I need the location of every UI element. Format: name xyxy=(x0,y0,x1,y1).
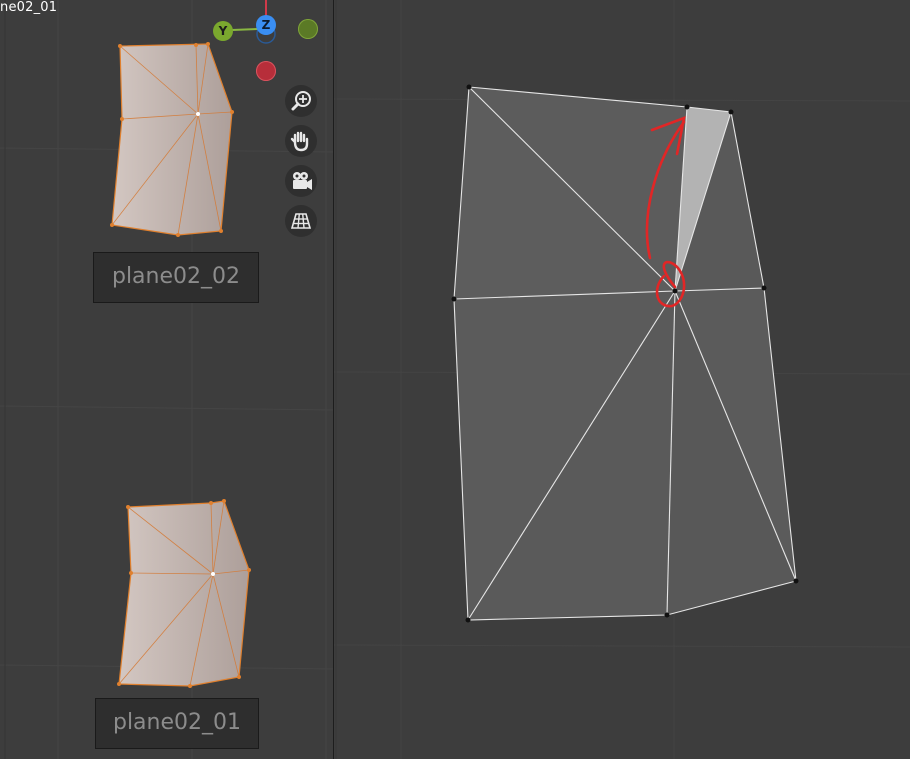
object-label-plane02-01: plane02_01 xyxy=(95,698,259,749)
hand-pan-icon xyxy=(290,131,309,152)
left-viewport-canvas xyxy=(0,0,333,759)
zoom-in-button[interactable] xyxy=(285,85,317,117)
zoom-in-icon xyxy=(291,91,311,111)
right-viewport[interactable] xyxy=(334,0,910,759)
uv-mesh xyxy=(451,84,799,623)
axis-neg-x-icon[interactable] xyxy=(256,61,276,81)
camera-view-button[interactable] xyxy=(285,165,317,197)
object-title: ne02_01 xyxy=(0,0,58,15)
mesh-plane02-02 xyxy=(110,42,234,237)
camera-icon xyxy=(293,172,312,190)
perspective-toggle-button[interactable] xyxy=(285,205,317,237)
pan-button[interactable] xyxy=(285,125,317,157)
grid-icon xyxy=(290,213,312,229)
axis-y-icon[interactable]: Y xyxy=(213,21,233,41)
axis-z-icon[interactable]: Z xyxy=(256,15,276,35)
object-label-plane02-02: plane02_02 xyxy=(93,252,259,303)
axis-neg-y-icon[interactable] xyxy=(298,19,318,39)
left-viewport[interactable]: ne02_01 Y Z plane02_02 plane02_01 xyxy=(0,0,333,759)
uv-editor-canvas xyxy=(334,0,910,759)
mesh-plane02-01 xyxy=(117,499,251,688)
